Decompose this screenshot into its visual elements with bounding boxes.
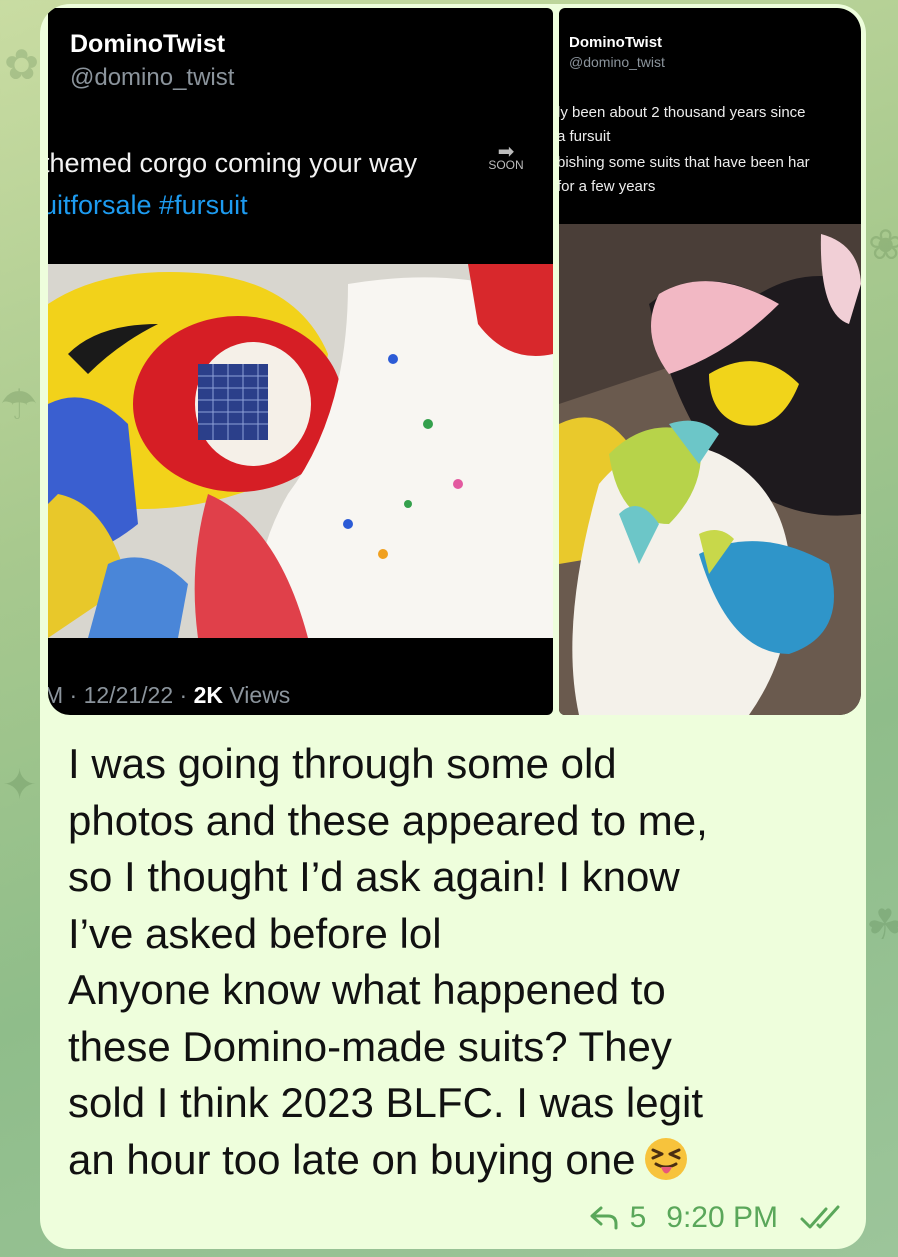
tweet-author-name: DominoTwist <box>70 30 226 58</box>
message-text: I was going through some old photos and … <box>68 736 848 1188</box>
squinting-tongue-emoji-icon <box>645 1137 688 1180</box>
tweet-author-name: DominoTwist <box>569 34 663 51</box>
tweet-views-count: 2K <box>193 682 223 708</box>
tweet-text-line: for a few years <box>559 178 656 195</box>
reply-count[interactable]: 5 <box>630 1201 647 1235</box>
wallpaper-doodle: ☂ <box>0 381 38 428</box>
tweet-text-line: ly been about 2 thousand years since <box>559 104 806 121</box>
wallpaper-doodle: ☘ <box>866 901 898 948</box>
tweet-views-label: Views <box>222 682 291 708</box>
tweet-text: themed corgo coming your way <box>48 148 418 178</box>
tweet-hashtags: uitforsale #fursuit <box>48 190 248 220</box>
double-check-read-icon <box>800 1205 840 1229</box>
wallpaper-doodle: ✦ <box>2 761 38 808</box>
message-time: 9:20 PM <box>666 1201 778 1234</box>
wallpaper-doodle: ❀ <box>868 221 898 268</box>
fursuit-photo-1 <box>48 264 553 638</box>
fursuit-photo-2 <box>559 224 861 715</box>
attached-photo-tweet-1[interactable]: DominoTwist @domino_twist themed corgo c… <box>48 8 553 715</box>
message-meta: 5 9:20 PM <box>588 1201 848 1235</box>
message-bubble[interactable]: DominoTwist @domino_twist themed corgo c… <box>40 4 866 1249</box>
reply-arrow-icon <box>590 1206 618 1230</box>
tweet-text-line: a fursuit <box>559 128 611 145</box>
soon-arrow-emoji: ➡ SOON <box>488 142 524 172</box>
tweet-text-line: bishing some suits that have been har <box>559 154 810 171</box>
message-body: I was going through some old photos and … <box>68 740 708 1183</box>
attached-photo-tweet-2[interactable]: DominoTwist @domino_twist ly been about … <box>559 8 861 715</box>
tweet-author-handle: @domino_twist <box>70 64 235 91</box>
soon-label: SOON <box>488 158 524 172</box>
tweet-author-handle: @domino_twist <box>569 54 665 70</box>
tweet-date: M · 12/21/22 · <box>48 682 194 708</box>
tweet-meta: M · 12/21/22 · 2K Views <box>48 682 290 709</box>
wallpaper-doodle: ✿ <box>4 41 40 88</box>
